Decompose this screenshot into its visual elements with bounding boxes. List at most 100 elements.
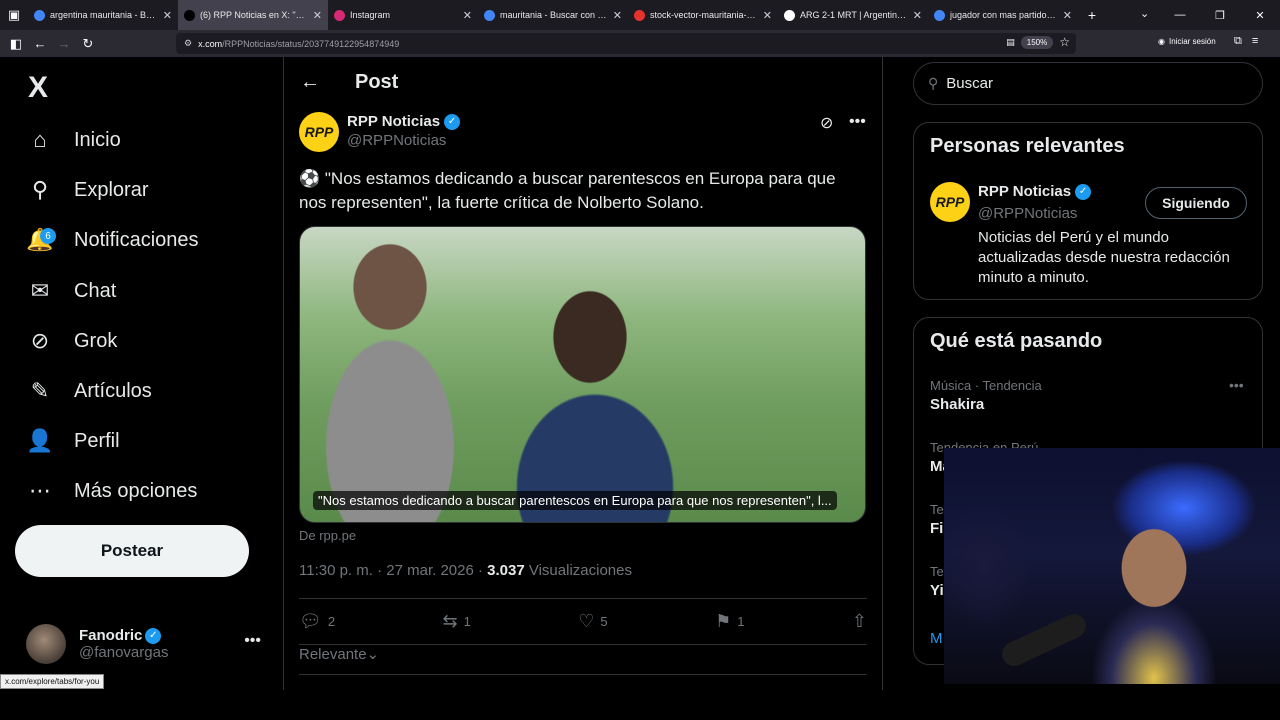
share-icon: ⇧ [851,610,867,631]
close-tab-icon[interactable]: ✕ [463,9,472,22]
relevant-people-card: Personas relevantes RPP RPP Noticias ✓ @… [913,122,1263,300]
browser-tab[interactable]: stock-vector-mauritania-vector ✕ [628,0,778,30]
post-media-image[interactable]: "Nos estamos dedicando a buscar parentes… [299,226,866,523]
bookmark-star-icon[interactable]: ☆ [1059,35,1070,49]
browser-tab[interactable]: Instagram ✕ [328,0,478,30]
tab-title: ARG 2-1 MRT | Argentina vs Ma [800,10,908,20]
views-label: Visualizaciones [524,562,632,579]
back-arrow-icon[interactable]: ← [300,71,320,94]
tab-favicon-icon [184,9,195,21]
sidebar-item-grok[interactable]: ⊘ Grok [26,321,118,361]
extensions-icon[interactable]: ⧉ [1234,35,1242,48]
search-placeholder: Buscar [946,75,993,92]
sidebar-item-más-opciones[interactable]: ⋯ Más opciones [26,471,197,511]
tab-favicon-icon [484,9,495,21]
maximize-icon[interactable]: ❐ [1200,9,1240,22]
sidebar-toggle-icon[interactable]: ◧ [4,34,28,54]
link-source[interactable]: De rpp.pe [299,528,356,543]
repost-button[interactable]: ⇆ 1 [443,611,471,632]
reply-button[interactable]: 💬︎ 2 [299,611,335,632]
divider [299,674,867,675]
grok-explain-icon[interactable]: ⊘ [820,113,833,133]
more-icon[interactable]: ••• [244,632,261,650]
post-time[interactable]: 11:30 p. m. · 27 mar. 2026 · [299,562,487,579]
relevant-avatar[interactable]: RPP [930,182,970,222]
browser-tab[interactable]: jugador con mas partidos en la ✕ [928,0,1078,30]
reader-view-icon[interactable]: ▤ [1006,37,1015,48]
notification-badge: 6 [40,228,56,244]
account-icon: ◉ [1158,37,1165,46]
media-caption: "Nos estamos dedicando a buscar parentes… [313,491,837,510]
home-icon: ⌂ [33,127,47,152]
minimize-icon[interactable]: — [1160,9,1200,21]
close-tab-icon[interactable]: ✕ [913,9,922,22]
following-button[interactable]: Siguiendo [1145,187,1247,219]
account-switcher[interactable]: Fanodric ✓ @fanovargas ••• [26,622,271,666]
relevant-handle[interactable]: @RPPNoticias [978,205,1077,222]
url-path: /RPPNoticias/status/2037749122954874949 [222,38,400,49]
close-window-icon[interactable]: ✕ [1240,9,1280,22]
author-name[interactable]: RPP Noticias [347,113,440,130]
show-more-link[interactable]: M [930,630,943,647]
close-tab-icon[interactable]: ✕ [1063,9,1072,22]
url-bar[interactable]: ⚙ x.com /RPPNoticias/status/203774912295… [176,33,1076,54]
author-handle[interactable]: @RPPNoticias [347,132,460,149]
articles-icon: ✎ [30,378,50,403]
post-button[interactable]: Postear [15,525,249,577]
forward-icon[interactable]: → [52,34,76,54]
close-tab-icon[interactable]: ✕ [313,9,322,22]
zoom-level[interactable]: 150% [1020,35,1054,49]
heart-icon: ♡ [578,610,595,631]
browser-tab[interactable]: (6) RPP Noticias en X: "Nos ✕ [178,0,328,30]
tab-list-icon[interactable]: ▣ [0,5,28,25]
trend-item[interactable]: Te Fi [930,502,944,537]
profile-handle: @fanovargas [79,644,169,661]
sidebar-item-artículos[interactable]: ✎ Artículos [26,371,152,411]
x-logo-icon[interactable]: X [28,71,48,105]
reply-sort-dropdown[interactable]: Relevante⌄ [299,645,379,663]
relevant-bio: Noticias del Perú y el mundo actualizada… [978,229,1230,286]
verified-badge-icon: ✓ [145,627,162,644]
trend-name: Fi [930,520,944,537]
sidebar-item-perfil[interactable]: 👤 Perfil [26,421,120,461]
author-avatar[interactable]: RPP [299,112,339,152]
new-tab-button[interactable]: + [1078,7,1106,23]
mail-icon: ✉ [30,278,50,303]
sidebar-item-chat[interactable]: ✉ Chat [26,271,116,311]
close-tab-icon[interactable]: ✕ [613,9,622,22]
bookmark-button[interactable]: ⚑ 1 [715,611,744,632]
sidebar-item-inicio[interactable]: ⌂ Inicio [26,120,120,160]
trend-meta: Te [930,564,944,579]
sidebar-item-label: Grok [74,329,118,352]
back-icon[interactable]: ← [28,34,52,54]
sidebar-item-explorar[interactable]: ⚲ Explorar [26,170,149,210]
more-icon[interactable]: ••• [1229,377,1244,393]
reload-icon[interactable]: ↻ [76,34,100,54]
sidebar-item-notificaciones[interactable]: 🔔6 Notificaciones [26,220,198,260]
trend-item[interactable]: Te Yi [930,564,944,599]
sidebar-item-label: Perfil [74,429,120,452]
close-tab-icon[interactable]: ✕ [163,9,172,22]
site-info-icon[interactable]: ⚙ [184,38,192,49]
menu-icon[interactable]: ≡ [1252,35,1258,48]
browser-tab[interactable]: ARG 2-1 MRT | Argentina vs Ma ✕ [778,0,928,30]
more-icon[interactable]: ••• [849,113,866,131]
sort-label: Relevante [299,646,367,663]
microphone-image [998,610,1090,670]
search-input[interactable]: ⚲ Buscar [913,62,1263,105]
login-button[interactable]: ◉ Iniciar sesión [1158,37,1216,46]
tab-overflow-chevron-icon[interactable]: ⌄ [1140,7,1149,20]
close-tab-icon[interactable]: ✕ [763,9,772,22]
browser-tab[interactable]: argentina mauritania - Buscar c ✕ [28,0,178,30]
relevant-name[interactable]: RPP Noticias [978,183,1071,200]
more-circle-icon: ⋯ [29,478,51,503]
grok-icon: ⊘ [30,328,50,353]
tab-favicon-icon [634,9,645,21]
browser-tab[interactable]: mauritania - Buscar con Google ✕ [478,0,628,30]
trend-item[interactable]: Música · Tendencia Shakira [930,378,1042,413]
like-button[interactable]: ♡ 5 [578,611,607,632]
like-count: 5 [600,613,608,629]
tab-title: (6) RPP Noticias en X: "Nos [200,10,308,20]
tab-title: Instagram [350,10,391,20]
share-button[interactable]: ⇧ [852,611,867,632]
